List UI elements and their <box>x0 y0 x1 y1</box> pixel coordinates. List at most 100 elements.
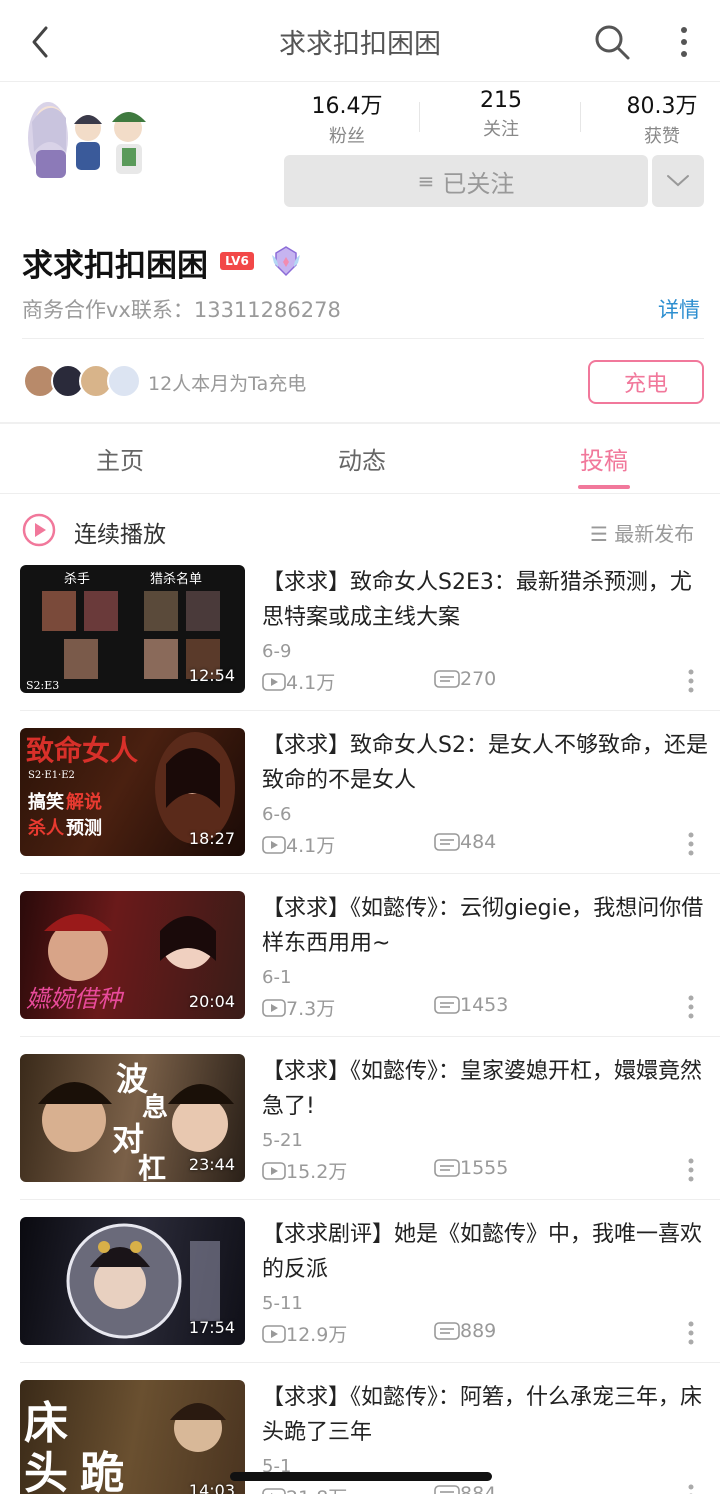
video-duration: 23:44 <box>188 1155 235 1174</box>
video-item[interactable]: 17:54 【求求剧评】她是《如懿传》中，我唯一喜欢的反派 5-11 12.9万… <box>0 1217 720 1380</box>
thumb-text: 致命女人 <box>26 734 138 767</box>
charge-button[interactable]: 充电 <box>588 360 704 404</box>
danmaku-count-value: 270 <box>460 668 497 690</box>
video-item[interactable]: 致命女人 S2·E1·E2 搞笑 解说 杀人 预测 18:27 【求求】致命女人… <box>0 728 720 891</box>
more-options-icon[interactable] <box>670 22 698 62</box>
video-item[interactable]: 嬿婉借种 20:04 【求求】《如懿传》：云彻giegie，我想问你借样东西用用… <box>0 891 720 1054</box>
video-date: 6-9 <box>262 641 292 662</box>
danmaku-count-value: 1453 <box>460 994 509 1016</box>
stat-label: 粉丝 <box>329 126 365 147</box>
detail-link[interactable]: 详情 <box>658 294 700 324</box>
stat-label: 获赞 <box>644 126 680 147</box>
danmaku-count-value: 884 <box>460 1483 497 1494</box>
sort-label: 最新发布 <box>614 522 695 546</box>
video-item[interactable]: 杀手 猎杀名单 S2:E3 12:54 【求求】致命女人S2E3：最新猎杀预测，… <box>0 565 720 728</box>
video-more-icon[interactable] <box>684 1320 698 1346</box>
play-count-value: 4.1万 <box>286 672 336 694</box>
video-more-icon[interactable] <box>684 668 698 694</box>
danmaku-count: 1555 <box>434 1157 508 1179</box>
stat-value: 80.3万 <box>626 94 698 119</box>
thumb-text: 解说 <box>66 791 102 813</box>
video-duration: 17:54 <box>188 1318 235 1337</box>
tab-home[interactable]: 主页 <box>96 441 144 476</box>
follow-dropdown-button[interactable] <box>652 155 704 207</box>
video-title[interactable]: 【求求】《如懿传》：阿箬，什么承宠三年，床头跪了三年 <box>262 1380 708 1450</box>
video-title[interactable]: 【求求】致命女人S2：是女人不够致命，还是致命的不是女人 <box>262 728 708 798</box>
video-thumbnail[interactable]: 17:54 <box>20 1217 245 1345</box>
video-more-icon[interactable] <box>684 831 698 857</box>
avatar[interactable] <box>22 92 162 184</box>
search-icon[interactable] <box>592 22 632 62</box>
thumb-text: 床 <box>24 1398 68 1449</box>
danmaku-count: 1453 <box>434 994 508 1016</box>
danmaku-icon <box>434 1485 460 1494</box>
video-title[interactable]: 【求求】致命女人S2E3：最新猎杀预测，尤思特案或成主线大案 <box>262 565 708 635</box>
video-duration: 12:54 <box>188 666 235 685</box>
chevron-down-icon <box>667 175 689 187</box>
thumb-text: 杀人 <box>28 817 65 839</box>
danmaku-icon <box>434 1159 460 1177</box>
play-count: 7.3万 <box>262 994 335 1021</box>
video-thumbnail[interactable]: 波 息 对 杠 23:44 <box>20 1054 245 1182</box>
tab-dynamic[interactable]: 动态 <box>338 441 386 476</box>
play-count-icon <box>262 998 286 1017</box>
video-thumbnail[interactable]: 床 头 跪 14:03 <box>20 1380 245 1494</box>
thumb-text: 预测 <box>66 817 102 839</box>
video-item[interactable]: 波 息 对 杠 23:44 【求求】《如懿传》：皇家婆媳开杠，嬛嬛竟然急了! 5… <box>0 1054 720 1217</box>
stat-divider <box>419 102 420 132</box>
video-date: 6-1 <box>262 967 292 988</box>
play-all-label[interactable]: 连续播放 <box>74 515 166 549</box>
sort-lines-icon: ☰ <box>590 522 615 546</box>
sort-button[interactable]: ☰ 最新发布 <box>590 518 694 547</box>
thumb-text: S2:E3 <box>26 679 59 692</box>
followed-button[interactable]: ≡ 已关注 <box>284 155 648 207</box>
play-count-icon <box>262 1161 286 1180</box>
video-more-icon[interactable] <box>684 994 698 1020</box>
followed-label: 已关注 <box>442 169 515 198</box>
play-count: 4.1万 <box>262 831 335 858</box>
play-count: 21.8万 <box>262 1483 347 1494</box>
danmaku-count: 889 <box>434 1320 496 1342</box>
thumb-text: 搞笑 <box>28 791 64 813</box>
bio-text: 商务合作vx联系：13311286278 <box>22 298 341 322</box>
charger-avatars[interactable] <box>22 363 146 399</box>
stat-following[interactable]: 215 关注 <box>436 88 566 141</box>
video-title[interactable]: 【求求】《如懿传》：皇家婆媳开杠，嬛嬛竟然急了! <box>262 1054 708 1124</box>
video-date: 5-11 <box>262 1293 303 1314</box>
play-count-value: 15.2万 <box>286 1161 348 1183</box>
video-date: 5-21 <box>262 1130 303 1151</box>
play-count: 4.1万 <box>262 668 335 695</box>
play-count: 15.2万 <box>262 1157 347 1184</box>
thumb-text: 息 <box>142 1092 168 1123</box>
video-thumbnail[interactable]: 致命女人 S2·E1·E2 搞笑 解说 杀人 预测 18:27 <box>20 728 245 856</box>
tab-bar: 主页 动态 投稿 <box>0 424 720 494</box>
play-circle-icon[interactable] <box>22 513 56 547</box>
play-count-icon <box>262 672 286 691</box>
thumb-text: 杠 <box>138 1152 166 1182</box>
list-divider <box>20 1199 720 1200</box>
thumb-text: S2·E1·E2 <box>28 770 75 781</box>
play-count: 12.9万 <box>262 1320 347 1347</box>
stat-likes[interactable]: 80.3万 获赞 <box>597 88 720 148</box>
active-tab-indicator <box>578 485 630 489</box>
video-title[interactable]: 【求求剧评】她是《如懿传》中，我唯一喜欢的反派 <box>262 1217 708 1287</box>
video-title[interactable]: 【求求】《如懿传》：云彻giegie，我想问你借样东西用用~ <box>262 891 708 961</box>
medal-badge-icon[interactable] <box>268 243 304 279</box>
profile-stats: 16.4万 粉丝 215 关注 80.3万 获赞 <box>282 88 706 148</box>
home-indicator[interactable] <box>230 1472 492 1481</box>
video-thumbnail[interactable]: 嬿婉借种 20:04 <box>20 891 245 1019</box>
video-more-icon[interactable] <box>684 1483 698 1494</box>
list-divider <box>20 1036 720 1037</box>
tab-uploads[interactable]: 投稿 <box>580 441 628 476</box>
video-duration: 18:27 <box>188 829 235 848</box>
user-name: 求求扣扣困困 <box>22 248 208 284</box>
stat-followers[interactable]: 16.4万 粉丝 <box>282 88 412 148</box>
video-more-icon[interactable] <box>684 1157 698 1183</box>
play-count-value: 12.9万 <box>286 1324 348 1346</box>
video-duration: 20:04 <box>188 992 235 1011</box>
play-count-icon <box>262 1487 286 1494</box>
danmaku-count-value: 484 <box>460 831 497 853</box>
play-count-value: 7.3万 <box>286 998 336 1020</box>
divider <box>22 338 704 339</box>
video-thumbnail[interactable]: 杀手 猎杀名单 S2:E3 12:54 <box>20 565 245 693</box>
